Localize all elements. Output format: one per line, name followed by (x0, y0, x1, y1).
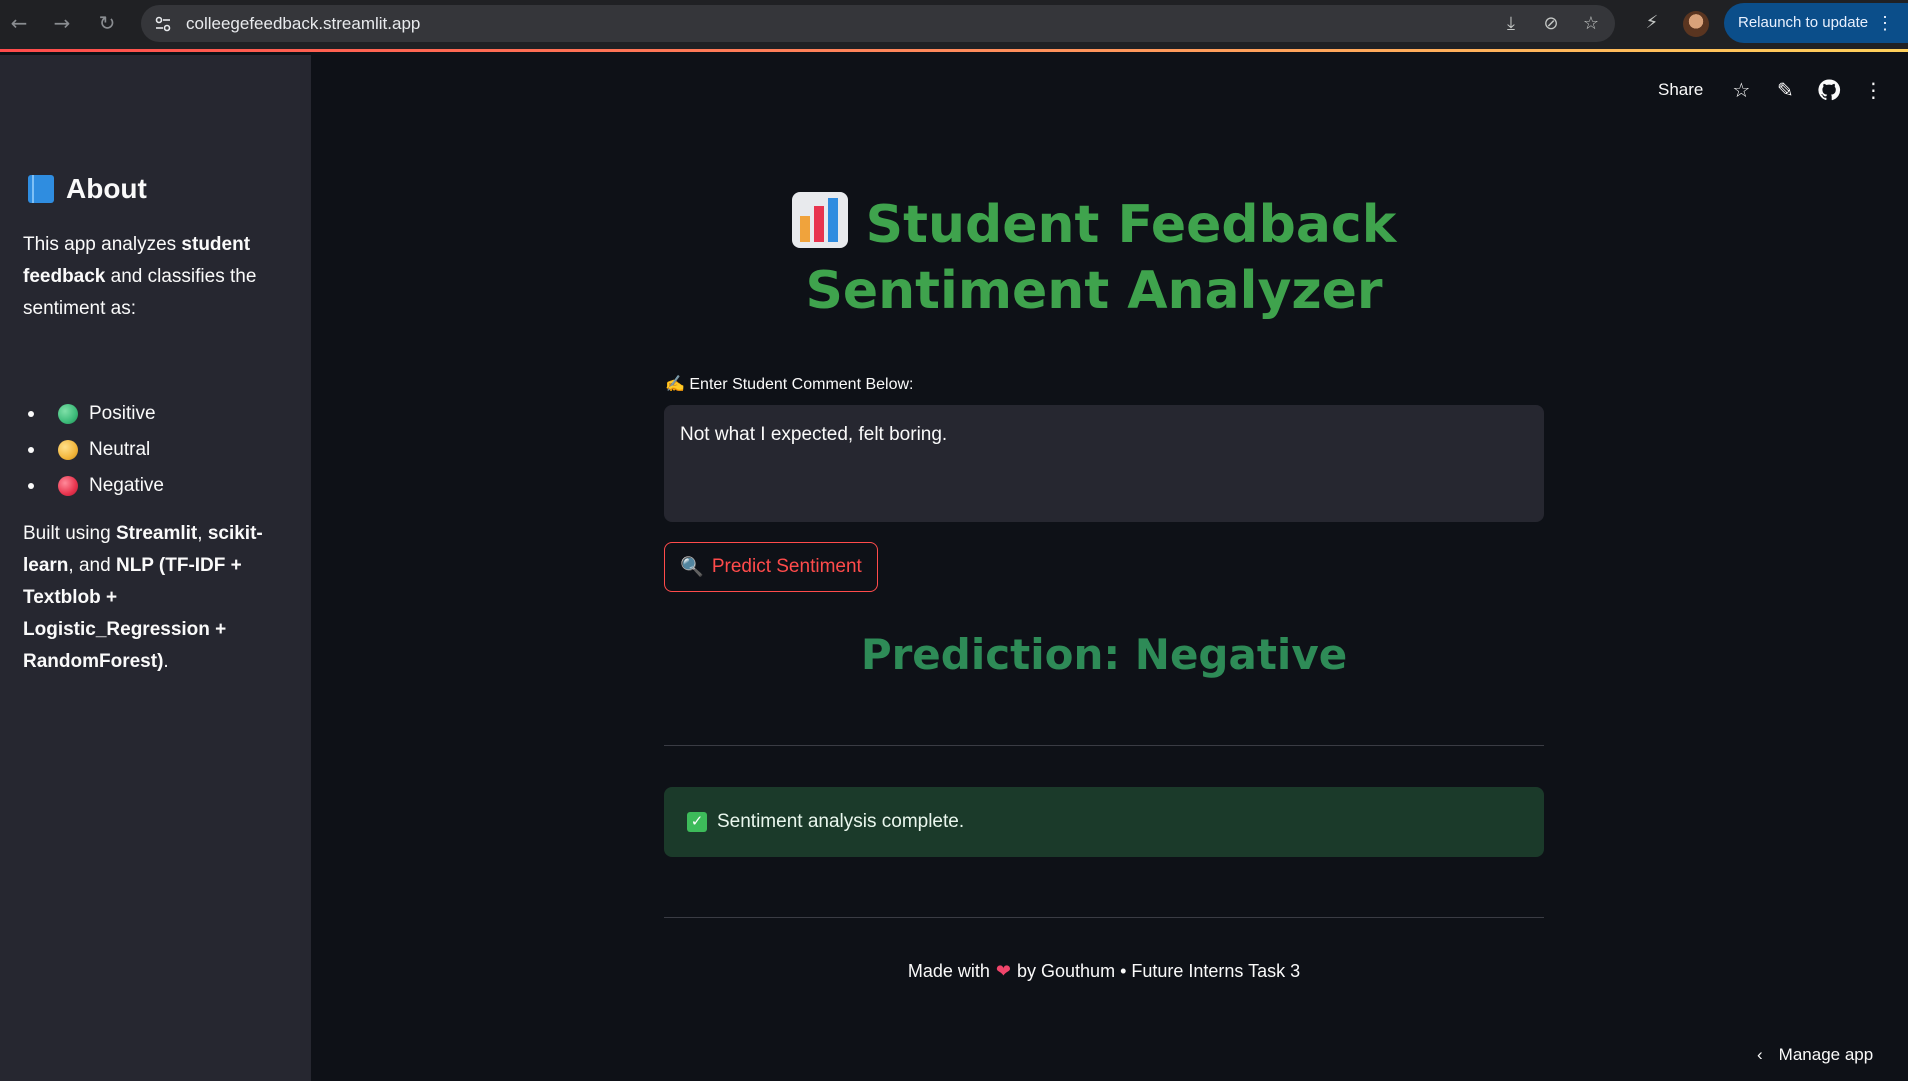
sidebar: About This app analyzes student feedback… (0, 55, 311, 1081)
built-text-4: . (163, 651, 169, 672)
bullet (28, 483, 34, 489)
sentiment-list: Positive Neutral Negative (23, 396, 164, 504)
extension-icon[interactable]: ⚡ (1639, 10, 1665, 36)
list-item: Neutral (23, 432, 164, 468)
relaunch-button[interactable]: Relaunch to update ⋮ (1724, 3, 1908, 43)
edit-icon[interactable]: ✎ (1773, 78, 1797, 102)
menu-dots-icon[interactable]: ⋮ (1876, 3, 1894, 43)
yellow-circle-icon (58, 440, 78, 460)
url-text[interactable]: colleegefeedback.streamlit.app (186, 14, 420, 34)
predict-sentiment-button[interactable]: 🔍 Predict Sentiment (664, 542, 878, 592)
built-bold-1: Streamlit (115, 523, 198, 544)
built-text-1: Built using (23, 523, 116, 544)
loading-gradient-line (0, 49, 1908, 52)
eye-off-icon[interactable]: ⊘ (1539, 12, 1563, 36)
forward-icon[interactable]: → (49, 10, 75, 36)
comment-input-label-text: Enter Student Comment Below: (689, 376, 914, 393)
profile-avatar[interactable] (1683, 11, 1709, 37)
sidebar-built-with: Built using Streamlit, scikit-learn, and… (23, 518, 283, 678)
footer-text-1: Made with (907, 961, 990, 981)
divider (664, 917, 1544, 918)
page-title-text: Student Feedback Sentiment Analyzer (805, 195, 1397, 321)
predict-button-label: Predict Sentiment (711, 556, 862, 577)
heart-icon: ❤ (995, 961, 1012, 981)
install-icon[interactable]: ⤓ (1499, 12, 1523, 36)
share-button[interactable]: Share (1658, 80, 1703, 100)
footer-text-2: by Gouthum • Future Interns Task 3 (1017, 961, 1301, 981)
site-settings-icon[interactable] (153, 14, 173, 34)
address-bar[interactable]: colleegefeedback.streamlit.app ⤓ ⊘ ☆ (141, 5, 1615, 42)
intro-text-1: This app analyzes (23, 234, 182, 255)
app-toolbar: Share ☆ ✎ ⋮ (1658, 78, 1905, 102)
list-item: Negative (23, 468, 164, 504)
sentiment-label: Negative (89, 475, 164, 496)
check-mark-icon: ✓ (687, 812, 707, 832)
bullet (28, 447, 34, 453)
built-text-2: , (197, 523, 208, 544)
sidebar-intro: This app analyzes student feedback and c… (23, 229, 283, 325)
red-circle-icon (58, 476, 78, 496)
built-text-3: , and (68, 555, 116, 576)
manage-app-label: Manage app (1778, 1045, 1874, 1064)
relaunch-label: Relaunch to update (1738, 14, 1869, 31)
manage-app-button[interactable]: ‹ Manage app (1757, 1045, 1873, 1065)
footer: Made with ❤ by Gouthum • Future Interns Ta… (664, 961, 1544, 982)
magnifier-icon: 🔍 (680, 557, 704, 578)
divider (664, 745, 1544, 746)
prediction-result: Prediction: Negative (860, 630, 1348, 679)
comment-input-label: ✍ Enter Student Comment Below: (665, 374, 913, 394)
sidebar-title: About (28, 173, 147, 205)
more-vert-icon[interactable]: ⋮ (1861, 78, 1885, 102)
success-message: Sentiment analysis complete. (717, 811, 965, 832)
sentiment-label: Positive (89, 403, 156, 424)
page-title: Student Feedback Sentiment Analyzer (664, 192, 1524, 324)
star-icon[interactable]: ☆ (1729, 78, 1753, 102)
success-alert: ✓ Sentiment analysis complete. (664, 787, 1544, 857)
reload-icon[interactable]: ↻ (94, 10, 120, 36)
bar-chart-icon (791, 192, 848, 248)
browser-toolbar: ← → ↻ colleegefeedback.streamlit.app ⤓ ⊘… (0, 0, 1908, 52)
list-item: Positive (23, 396, 164, 432)
sidebar-title-text: About (66, 173, 147, 204)
bullet (28, 411, 34, 417)
green-circle-icon (58, 404, 78, 424)
sentiment-label: Neutral (89, 439, 151, 460)
chevron-left-icon: ‹ (1757, 1045, 1763, 1064)
writing-hand-icon: ✍ (665, 376, 685, 393)
comment-textarea[interactable]: Not what I expected, felt boring. (664, 405, 1544, 522)
back-icon[interactable]: ← (6, 10, 32, 36)
blue-book-icon (28, 175, 54, 203)
bookmark-star-icon[interactable]: ☆ (1579, 12, 1603, 36)
github-icon[interactable] (1817, 78, 1841, 102)
